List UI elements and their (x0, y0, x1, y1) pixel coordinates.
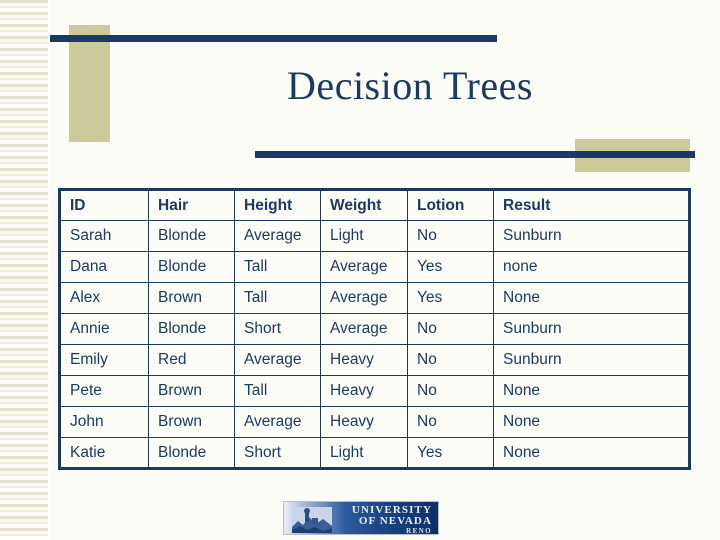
university-seal-icon (292, 507, 332, 533)
cell-result: none (493, 251, 690, 283)
cell-id: Katie (59, 437, 149, 469)
column-header-lotion: Lotion (407, 189, 494, 221)
table-row: John Brown Average Heavy No None (59, 406, 690, 438)
cell-lotion: No (407, 313, 494, 345)
cell-result: Sunburn (493, 220, 690, 252)
logo-text-group: UNIVERSITY OF NEVADA RENO (352, 505, 432, 535)
table-row: Emily Red Average Heavy No Sunburn (59, 344, 690, 376)
cell-weight: Heavy (320, 406, 408, 438)
cell-hair: Brown (148, 282, 235, 314)
cell-id: Pete (59, 375, 149, 407)
cell-id: Alex (59, 282, 149, 314)
cell-result: None (493, 437, 690, 469)
table-header-row: ID Hair Height Weight Lotion Result (59, 189, 690, 221)
cell-weight: Heavy (320, 375, 408, 407)
cell-id: Sarah (59, 220, 149, 252)
cell-lotion: No (407, 220, 494, 252)
cell-lotion: No (407, 375, 494, 407)
cell-hair: Brown (148, 375, 235, 407)
cell-weight: Average (320, 282, 408, 314)
slide-title: Decision Trees (287, 63, 533, 108)
cell-height: Average (234, 406, 321, 438)
cell-height: Short (234, 313, 321, 345)
column-header-weight: Weight (320, 189, 408, 221)
cell-hair: Red (148, 344, 235, 376)
table-row: Pete Brown Tall Heavy No None (59, 375, 690, 407)
cell-lotion: Yes (407, 437, 494, 469)
slide-canvas: Decision Trees ID Hair Height Weight Lot… (0, 0, 720, 540)
title-bottom-rule (255, 151, 695, 158)
cell-result: None (493, 406, 690, 438)
column-header-hair: Hair (148, 189, 235, 221)
tan-vertical-bar-decoration (69, 25, 110, 142)
cell-lotion: Yes (407, 282, 494, 314)
logo-line-of-nevada: OF NEVADA (358, 515, 432, 527)
left-stripe-decoration (0, 0, 50, 540)
cell-weight: Heavy (320, 344, 408, 376)
cell-id: Dana (59, 251, 149, 283)
table-row: Dana Blonde Tall Average Yes none (59, 251, 690, 283)
column-header-id: ID (59, 189, 149, 221)
cell-id: Annie (59, 313, 149, 345)
cell-result: Sunburn (493, 313, 690, 345)
cell-id: Emily (59, 344, 149, 376)
logo-line-reno: RENO (406, 527, 432, 535)
cell-lotion: No (407, 344, 494, 376)
cell-hair: Blonde (148, 251, 235, 283)
table-row: Annie Blonde Short Average No Sunburn (59, 313, 690, 345)
sunburn-dataset-table: ID Hair Height Weight Lotion Result Sara… (58, 188, 691, 470)
cell-height: Average (234, 344, 321, 376)
cell-hair: Blonde (148, 313, 235, 345)
cell-lotion: Yes (407, 251, 494, 283)
cell-height: Tall (234, 251, 321, 283)
table-row: Katie Blonde Short Light Yes None (59, 437, 690, 469)
table-row: Sarah Blonde Average Light No Sunburn (59, 220, 690, 252)
cell-weight: Light (320, 437, 408, 469)
cell-lotion: No (407, 406, 494, 438)
cell-weight: Light (320, 220, 408, 252)
column-header-result: Result (493, 189, 690, 221)
title-top-rule (50, 35, 497, 42)
cell-height: Average (234, 220, 321, 252)
cell-height: Tall (234, 375, 321, 407)
cell-id: John (59, 406, 149, 438)
left-stripe-edge (48, 0, 50, 540)
cell-hair: Blonde (148, 220, 235, 252)
cell-weight: Average (320, 251, 408, 283)
cell-result: None (493, 282, 690, 314)
table-row: Alex Brown Tall Average Yes None (59, 282, 690, 314)
cell-result: Sunburn (493, 344, 690, 376)
column-header-height: Height (234, 189, 321, 221)
university-of-nevada-reno-logo: UNIVERSITY OF NEVADA RENO (283, 501, 439, 535)
cell-hair: Brown (148, 406, 235, 438)
cell-result: None (493, 375, 690, 407)
cell-weight: Average (320, 313, 408, 345)
cell-hair: Blonde (148, 437, 235, 469)
cell-height: Tall (234, 282, 321, 314)
cell-height: Short (234, 437, 321, 469)
